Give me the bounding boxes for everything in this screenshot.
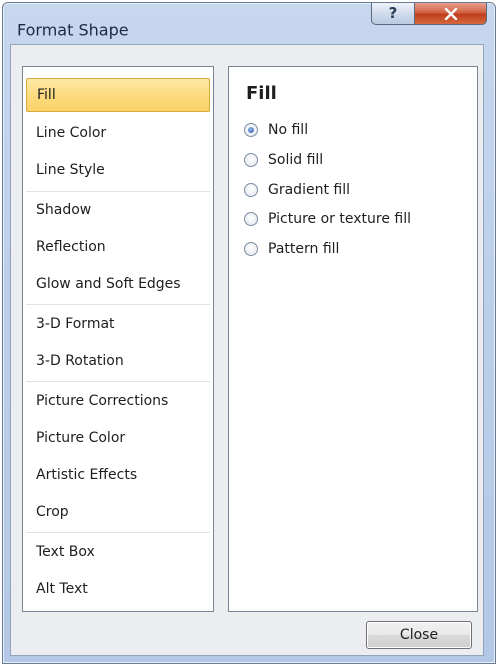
radio-label-solid-fill: Solid fill [268,152,324,168]
radio-unchecked-icon[interactable] [244,242,258,256]
radio-option-gradient-fill[interactable]: Gradient fill [244,179,350,201]
category-3d-format[interactable]: 3-D Format [26,307,210,341]
radio-option-solid-fill[interactable]: Solid fill [244,149,323,171]
category-line-style[interactable]: Line Style [26,153,210,187]
category-text-box[interactable]: Text Box [26,535,210,569]
radio-option-pattern-fill[interactable]: Pattern fill [244,238,339,260]
category-divider [26,191,210,192]
fill-options-panel [228,66,478,612]
category-reflection[interactable]: Reflection [26,230,210,264]
category-picture-corrections[interactable]: Picture Corrections [26,384,210,418]
radio-label-no-fill: No fill [268,122,309,138]
category-picture-color[interactable]: Picture Color [26,421,210,455]
radio-label-gradient-fill: Gradient fill [268,182,350,198]
radio-checked-icon[interactable] [244,123,258,137]
category-glow-soft-edges[interactable]: Glow and Soft Edges [26,267,210,301]
panel-heading: Fill [246,83,277,104]
category-divider [26,532,210,533]
radio-unchecked-icon[interactable] [244,183,258,197]
help-icon: ? [388,4,398,22]
help-button[interactable]: ? [371,3,415,25]
category-line-color[interactable]: Line Color [26,116,210,150]
radio-option-no-fill[interactable]: No fill [244,119,308,141]
category-alt-text[interactable]: Alt Text [26,572,210,606]
close-icon [444,7,457,20]
category-fill[interactable]: Fill [26,78,210,112]
category-3d-rotation[interactable]: 3-D Rotation [26,344,210,378]
category-divider [26,304,210,305]
category-shadow[interactable]: Shadow [26,193,210,227]
radio-unchecked-icon[interactable] [244,153,258,167]
radio-label-picture-texture-fill: Picture or texture fill [268,211,411,227]
category-divider [26,381,210,382]
radio-unchecked-icon[interactable] [244,212,258,226]
close-window-button[interactable] [415,3,487,25]
close-button[interactable]: Close [366,621,472,649]
radio-label-pattern-fill: Pattern fill [268,241,340,257]
radio-option-picture-texture-fill[interactable]: Picture or texture fill [244,208,411,230]
dialog-title: Format Shape [17,20,129,40]
title-bar: Format Shape ? [3,3,495,45]
category-artistic-effects[interactable]: Artistic Effects [26,458,210,492]
category-crop[interactable]: Crop [26,495,210,529]
